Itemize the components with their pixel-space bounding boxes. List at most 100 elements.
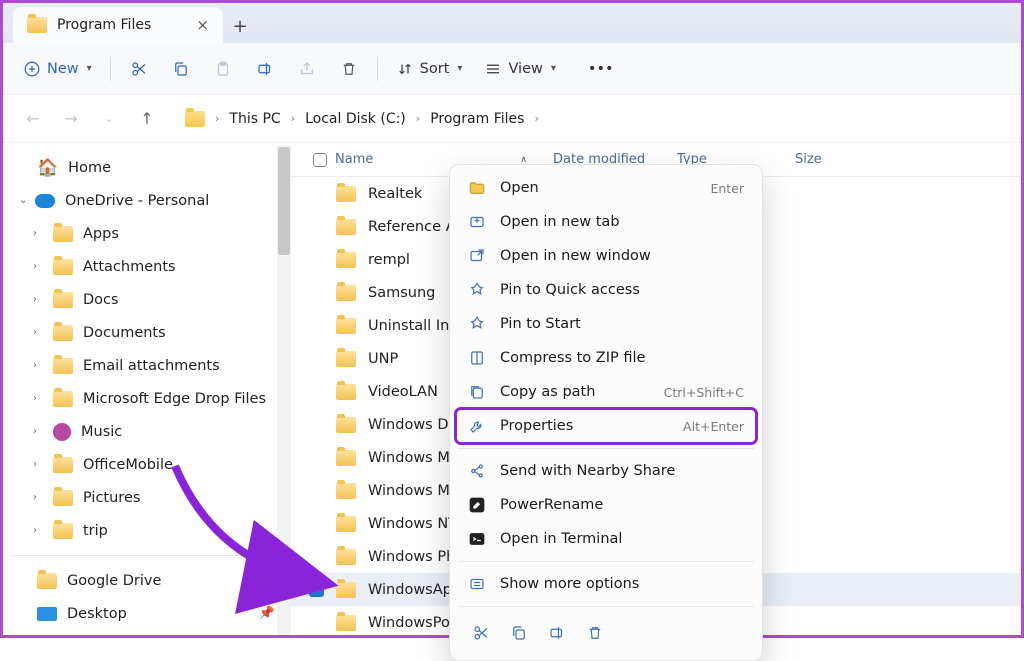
context-menu-item[interactable]: Copy as pathCtrl+Shift+C bbox=[456, 375, 756, 409]
sidebar-item[interactable]: › Email attachments bbox=[9, 349, 285, 382]
folder-icon bbox=[53, 292, 73, 308]
breadcrumb-item[interactable]: Program Files bbox=[430, 111, 524, 127]
context-menu-item[interactable]: PowerRename bbox=[456, 488, 756, 522]
context-menu-item[interactable]: OpenEnter bbox=[456, 171, 756, 205]
view-label: View bbox=[508, 61, 542, 77]
select-all-checkbox[interactable] bbox=[313, 153, 327, 167]
folder-icon bbox=[53, 226, 73, 242]
rename-icon bbox=[256, 60, 274, 78]
terminal-icon bbox=[468, 530, 486, 548]
column-size[interactable]: Size bbox=[785, 152, 865, 167]
chevron-right-icon[interactable]: › bbox=[33, 426, 37, 437]
folder-icon bbox=[336, 549, 356, 565]
more-button[interactable]: ••• bbox=[580, 51, 622, 87]
folder-icon bbox=[336, 285, 356, 301]
context-menu-label: PowerRename bbox=[500, 497, 603, 513]
breadcrumb-item[interactable]: Local Disk (C:) bbox=[305, 111, 406, 127]
context-menu-item[interactable]: Open in new tab bbox=[456, 205, 756, 239]
more-icon bbox=[468, 575, 486, 593]
up-button[interactable]: ↑ bbox=[131, 103, 163, 135]
folder-icon bbox=[336, 219, 356, 235]
new-tab-button[interactable]: + bbox=[223, 9, 257, 43]
chevron-right-icon: › bbox=[534, 112, 538, 125]
tab-program-files[interactable]: Program Files × bbox=[13, 7, 223, 43]
sidebar-item[interactable]: ›Apps bbox=[9, 217, 285, 250]
sidebar-label: Email attachments bbox=[83, 358, 220, 374]
context-menu-item[interactable]: Pin to Quick access bbox=[456, 273, 756, 307]
context-menu-label: Compress to ZIP file bbox=[500, 350, 645, 366]
sidebar-item[interactable]: ›Microsoft Edge Drop Files bbox=[9, 382, 285, 415]
scrollbar-thumb[interactable] bbox=[278, 147, 290, 255]
back-button[interactable]: ← bbox=[17, 103, 49, 135]
sidebar-item[interactable]: › Attachments bbox=[9, 250, 285, 283]
sidebar-label: OneDrive - Personal bbox=[65, 193, 209, 209]
chevron-right-icon[interactable]: › bbox=[33, 525, 37, 536]
folder-icon bbox=[185, 111, 205, 127]
context-menu-item[interactable]: Open in Terminal bbox=[456, 522, 756, 556]
sidebar-scrollbar[interactable] bbox=[277, 145, 291, 635]
zip-icon bbox=[468, 349, 486, 367]
chevron-right-icon[interactable]: › bbox=[33, 492, 37, 503]
cloud-icon bbox=[35, 194, 55, 208]
chevron-right-icon: › bbox=[291, 112, 295, 125]
copy-icon[interactable] bbox=[510, 624, 528, 642]
context-menu-shortcut: Enter bbox=[710, 181, 744, 196]
chevron-right-icon[interactable]: › bbox=[33, 393, 37, 404]
chevron-right-icon[interactable]: › bbox=[33, 228, 37, 239]
sidebar-item[interactable]: ›Pictures bbox=[9, 481, 285, 514]
folder-icon bbox=[468, 179, 486, 197]
sidebar-item[interactable]: ›Docs bbox=[9, 283, 285, 316]
context-menu-item[interactable]: PropertiesAlt+Enter bbox=[456, 409, 756, 443]
breadcrumb-item[interactable]: This PC bbox=[229, 111, 280, 127]
context-menu-item[interactable]: Pin to Start bbox=[456, 307, 756, 341]
forward-button[interactable]: → bbox=[55, 103, 87, 135]
chevron-right-icon[interactable]: › bbox=[33, 261, 37, 272]
sort-button[interactable]: Sort ▾ bbox=[388, 51, 471, 87]
sidebar-item[interactable]: ›Documents bbox=[9, 316, 285, 349]
context-menu-item[interactable]: Open in new window bbox=[456, 239, 756, 273]
rename-button[interactable] bbox=[247, 51, 283, 87]
paste-button[interactable] bbox=[205, 51, 241, 87]
close-tab-icon[interactable]: × bbox=[196, 16, 209, 34]
recent-button[interactable]: ⌄ bbox=[93, 103, 125, 135]
delete-button[interactable] bbox=[331, 51, 367, 87]
file-name: rempl bbox=[368, 252, 410, 268]
folder-icon bbox=[336, 318, 356, 334]
sidebar-onedrive[interactable]: ⌄ OneDrive - Personal bbox=[9, 184, 285, 217]
context-menu-label: Open in new window bbox=[500, 248, 651, 264]
file-name: Realtek bbox=[368, 186, 422, 202]
file-name: Windows NT bbox=[368, 516, 457, 532]
rename-icon[interactable] bbox=[548, 624, 566, 642]
chevron-right-icon[interactable]: › bbox=[33, 294, 37, 305]
sidebar-label: Attachments bbox=[83, 259, 176, 275]
folder-icon bbox=[37, 573, 57, 589]
view-button[interactable]: View ▾ bbox=[476, 51, 563, 87]
folder-icon bbox=[336, 186, 356, 202]
copy-button[interactable] bbox=[163, 51, 199, 87]
row-checkbox[interactable]: ✓ bbox=[309, 582, 324, 597]
new-button[interactable]: New ▾ bbox=[15, 51, 100, 87]
trash-icon[interactable] bbox=[586, 624, 604, 642]
tab-title: Program Files bbox=[57, 17, 151, 33]
sidebar-pinned-google-drive[interactable]: Google Drive 📌 bbox=[9, 564, 285, 597]
chevron-right-icon[interactable]: › bbox=[33, 327, 37, 338]
context-menu-item[interactable]: Show more options bbox=[456, 567, 756, 601]
sidebar-item[interactable]: ›Music bbox=[9, 415, 285, 448]
cut-button[interactable] bbox=[121, 51, 157, 87]
sidebar-item[interactable]: ›OfficeMobile bbox=[9, 448, 285, 481]
context-menu-item[interactable]: Compress to ZIP file bbox=[456, 341, 756, 375]
tab-bar: Program Files × + bbox=[3, 3, 1021, 43]
context-menu-item[interactable]: Send with Nearby Share bbox=[456, 454, 756, 488]
context-menu-label: Properties bbox=[500, 418, 573, 434]
sidebar-home[interactable]: 🏠 Home bbox=[9, 151, 285, 184]
chevron-down-icon[interactable]: ⌄ bbox=[19, 195, 27, 206]
sidebar-pinned-desktop[interactable]: Desktop 📌 bbox=[9, 597, 285, 630]
chevron-right-icon[interactable]: › bbox=[33, 459, 37, 470]
sidebar-item[interactable]: ›trip bbox=[9, 514, 285, 547]
share-button[interactable] bbox=[289, 51, 325, 87]
rename-icon bbox=[468, 496, 486, 514]
scissors-icon[interactable] bbox=[472, 624, 490, 642]
breadcrumb[interactable]: › This PC › Local Disk (C:) › Program Fi… bbox=[185, 111, 539, 127]
sidebar-label: Desktop bbox=[67, 606, 127, 622]
chevron-right-icon[interactable]: › bbox=[33, 360, 37, 371]
